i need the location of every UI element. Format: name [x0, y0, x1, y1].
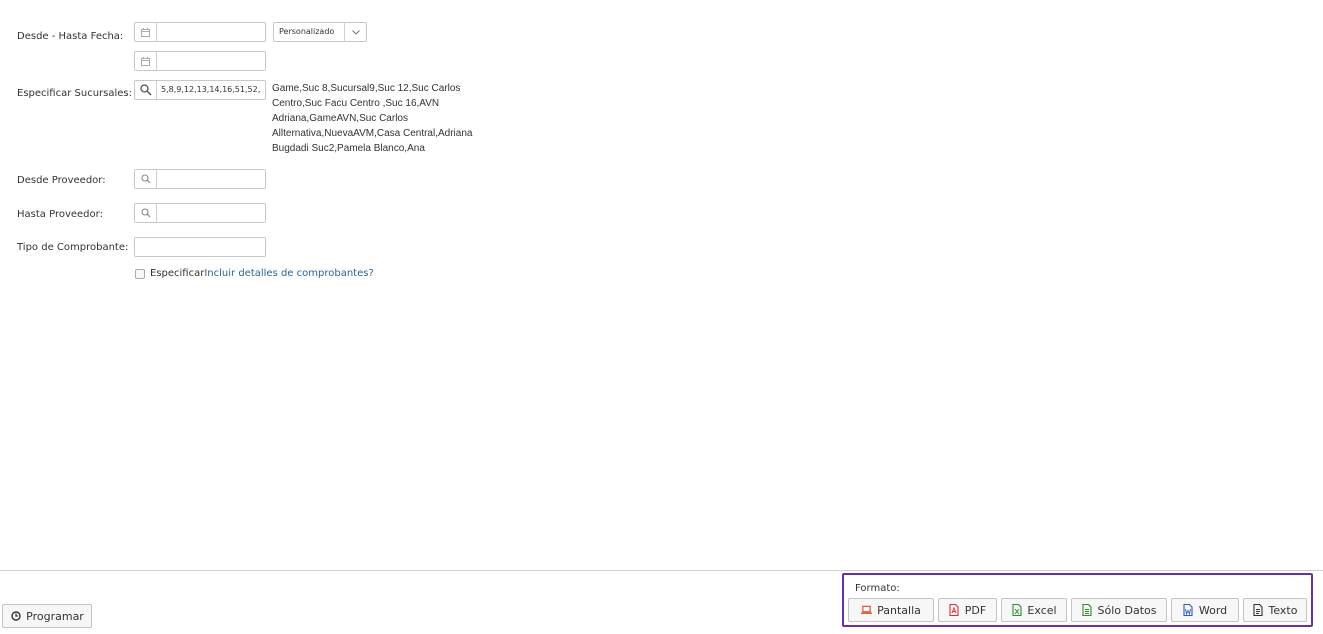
search-icon[interactable] — [135, 204, 157, 222]
desde-proveedor-field[interactable] — [134, 169, 266, 189]
incluir-detalles-option[interactable]: Especificar Incluir detalles de comproba… — [135, 268, 374, 279]
texto-button[interactable]: Texto — [1243, 598, 1307, 622]
pantalla-label: Pantalla — [877, 603, 921, 617]
data-file-icon — [1082, 604, 1093, 616]
incluir-detalles-checkbox[interactable] — [135, 268, 145, 279]
fecha-desde-field[interactable] — [134, 22, 266, 42]
sucursales-input[interactable]: 5,8,9,12,13,14,16,51,52,5( — [161, 81, 261, 99]
pdf-label: PDF — [964, 603, 987, 617]
fecha-hasta-field[interactable] — [134, 51, 266, 71]
word-label: Word — [1198, 603, 1228, 617]
excel-button[interactable]: Excel — [1001, 598, 1067, 622]
fecha-label: Desde - Hasta Fecha: — [17, 31, 124, 42]
fecha-desde-input[interactable] — [161, 23, 261, 41]
tipo-comprobante-field[interactable] — [134, 237, 266, 257]
search-icon[interactable] — [135, 170, 157, 188]
programar-button[interactable]: Programar — [2, 604, 92, 628]
fecha-hasta-input[interactable] — [161, 52, 261, 70]
desde-proveedor-input[interactable] — [161, 170, 261, 188]
checkbox-label: Incluir detalles de comprobantes? — [204, 268, 374, 279]
texto-label: Texto — [1268, 603, 1298, 617]
hasta-proveedor-field[interactable] — [134, 203, 266, 223]
tipo-comprobante-input[interactable] — [139, 238, 261, 256]
word-button[interactable]: Word — [1171, 598, 1239, 622]
sucursales-names: Game,Suc 8,Sucursal9,Suc 12,Suc Carlos C… — [272, 83, 473, 154]
search-icon[interactable] — [135, 81, 157, 99]
formato-label: Formato: — [855, 583, 900, 594]
pdf-file-icon — [949, 604, 960, 616]
programar-label: Programar — [26, 609, 84, 623]
calendar-icon[interactable] — [135, 23, 157, 41]
excel-label: Excel — [1027, 603, 1057, 617]
text-file-icon — [1253, 604, 1264, 616]
solo-datos-button[interactable]: Sólo Datos — [1071, 598, 1167, 622]
chevron-down-icon[interactable] — [344, 23, 366, 41]
pdf-button[interactable]: PDF — [938, 598, 997, 622]
laptop-icon — [861, 604, 873, 616]
footer-divider — [0, 570, 1323, 571]
calendar-icon[interactable] — [135, 52, 157, 70]
hasta-proveedor-input[interactable] — [161, 204, 261, 222]
desde-proveedor-label: Desde Proveedor: — [17, 175, 106, 186]
clock-icon — [10, 610, 21, 622]
periodo-select-value: Personalizado — [279, 27, 335, 36]
word-file-icon — [1183, 604, 1194, 616]
sucursales-field[interactable]: 5,8,9,12,13,14,16,51,52,5( — [134, 80, 266, 100]
checkbox-prefix: Especificar — [150, 268, 205, 279]
pantalla-button[interactable]: Pantalla — [848, 598, 934, 622]
tipo-comprobante-label: Tipo de Comprobante: — [17, 242, 129, 253]
sucursales-label: Especificar Sucursales: — [17, 88, 132, 99]
solo-datos-label: Sólo Datos — [1097, 603, 1157, 617]
excel-file-icon — [1011, 604, 1022, 616]
hasta-proveedor-label: Hasta Proveedor: — [17, 209, 103, 220]
periodo-select[interactable]: Personalizado — [273, 22, 367, 42]
